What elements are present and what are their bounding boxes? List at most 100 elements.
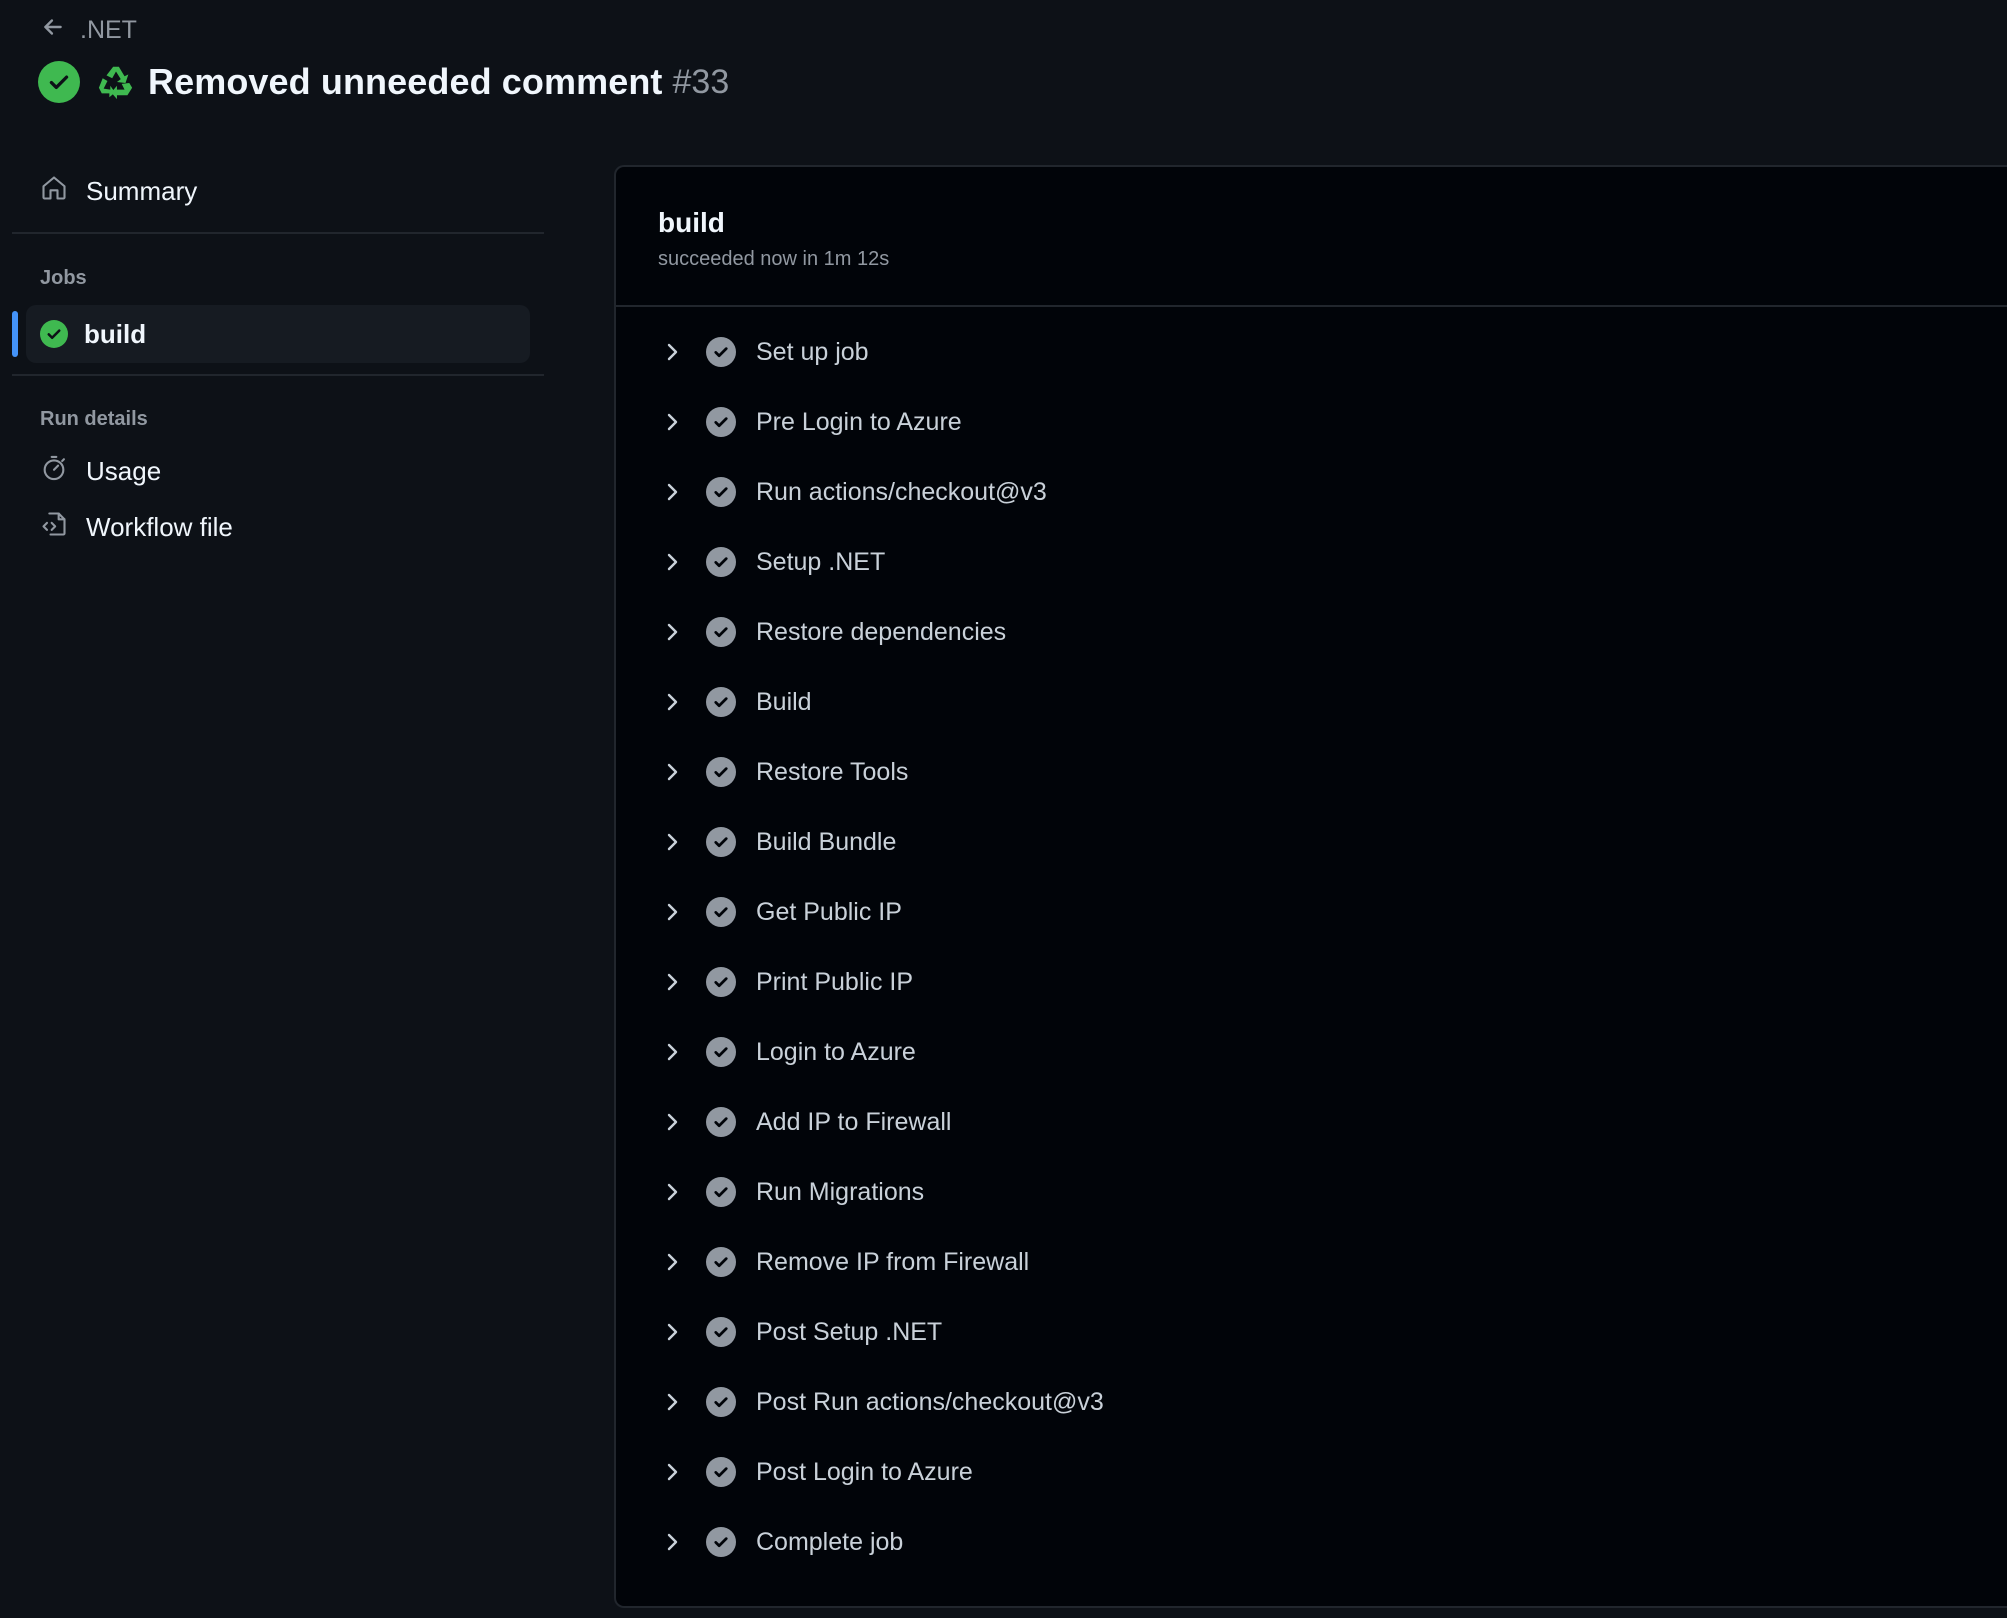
chevron-right-icon[interactable] bbox=[658, 1038, 686, 1066]
step-label: Login to Azure bbox=[756, 1037, 916, 1066]
back-link-label: .NET bbox=[80, 16, 137, 44]
run-title-row: Removed unneeded comment #33 bbox=[38, 58, 729, 106]
step-row[interactable]: Setup .NET bbox=[658, 532, 1958, 592]
selected-job-indicator bbox=[12, 311, 18, 357]
stopwatch-icon bbox=[40, 454, 68, 489]
step-label: Complete job bbox=[756, 1527, 904, 1556]
step-row[interactable]: Post Login to Azure bbox=[658, 1442, 1958, 1502]
chevron-right-icon[interactable] bbox=[658, 758, 686, 786]
step-row[interactable]: Run actions/checkout@v3 bbox=[658, 462, 1958, 522]
sidebar-item-workflow-file[interactable]: Workflow file bbox=[40, 510, 233, 545]
check-circle-icon bbox=[706, 757, 736, 787]
sidebar: Summary Jobs build Run details Usage Wor… bbox=[0, 160, 560, 1618]
step-row[interactable]: Login to Azure bbox=[658, 1022, 1958, 1082]
step-label: Setup .NET bbox=[756, 547, 886, 576]
check-circle-icon bbox=[706, 407, 736, 437]
run-number: #33 bbox=[672, 62, 730, 101]
step-row[interactable]: Pre Login to Azure bbox=[658, 392, 1958, 452]
step-label: Pre Login to Azure bbox=[756, 407, 962, 436]
chevron-right-icon[interactable] bbox=[658, 618, 686, 646]
check-circle-icon bbox=[706, 1527, 736, 1557]
check-circle-icon bbox=[706, 1317, 736, 1347]
step-row[interactable]: Post Setup .NET bbox=[658, 1302, 1958, 1362]
arrow-left-icon bbox=[40, 14, 66, 47]
check-circle-icon bbox=[706, 1247, 736, 1277]
chevron-right-icon[interactable] bbox=[658, 968, 686, 996]
jobs-heading: Jobs bbox=[40, 267, 87, 289]
step-row[interactable]: Build Bundle bbox=[658, 812, 1958, 872]
run-title: Removed unneeded comment bbox=[148, 61, 663, 102]
step-label: Run Migrations bbox=[756, 1177, 925, 1206]
chevron-right-icon[interactable] bbox=[658, 1178, 686, 1206]
job-header: build succeeded now in 1m 12s bbox=[616, 167, 2007, 307]
step-label: Run actions/checkout@v3 bbox=[756, 477, 1047, 506]
step-label: Build bbox=[756, 687, 812, 716]
chevron-right-icon[interactable] bbox=[658, 548, 686, 576]
job-subtitle: succeeded now in 1m 12s bbox=[658, 248, 890, 270]
job-panel: build succeeded now in 1m 12s Set up job… bbox=[614, 165, 2007, 1608]
step-label: Post Setup .NET bbox=[756, 1317, 943, 1346]
chevron-right-icon[interactable] bbox=[658, 828, 686, 856]
step-label: Post Run actions/checkout@v3 bbox=[756, 1387, 1104, 1416]
job-title: build bbox=[658, 207, 725, 238]
chevron-right-icon[interactable] bbox=[658, 478, 686, 506]
sidebar-item-label: Workflow file bbox=[86, 512, 233, 542]
chevron-right-icon[interactable] bbox=[658, 898, 686, 926]
step-label: Build Bundle bbox=[756, 827, 897, 856]
chevron-right-icon[interactable] bbox=[658, 1458, 686, 1486]
sidebar-item-label: build bbox=[84, 318, 147, 349]
sidebar-item-job-build[interactable]: build bbox=[26, 305, 530, 363]
step-row[interactable]: Restore dependencies bbox=[658, 602, 1958, 662]
sidebar-item-summary[interactable]: Summary bbox=[40, 174, 197, 209]
step-row[interactable]: Set up job bbox=[658, 322, 1958, 382]
check-circle-icon bbox=[706, 967, 736, 997]
check-circle-icon bbox=[40, 320, 68, 348]
chevron-right-icon[interactable] bbox=[658, 1318, 686, 1346]
check-circle-icon bbox=[706, 1387, 736, 1417]
check-circle-icon bbox=[706, 897, 736, 927]
chevron-right-icon[interactable] bbox=[658, 1528, 686, 1556]
check-circle-icon bbox=[706, 1177, 736, 1207]
sidebar-item-label: Usage bbox=[86, 456, 162, 486]
step-row[interactable]: Restore Tools bbox=[658, 742, 1958, 802]
chevron-right-icon[interactable] bbox=[658, 338, 686, 366]
check-circle-icon bbox=[706, 827, 736, 857]
check-circle-icon bbox=[706, 1457, 736, 1487]
check-circle-icon bbox=[38, 61, 80, 103]
chevron-right-icon[interactable] bbox=[658, 688, 686, 716]
sidebar-item-label: Summary bbox=[86, 176, 198, 206]
step-row[interactable]: Remove IP from Firewall bbox=[658, 1232, 1958, 1292]
check-circle-icon bbox=[706, 477, 736, 507]
workflow-run-page: .NET Removed unneeded comment #33 Summar… bbox=[0, 0, 2007, 1618]
chevron-right-icon[interactable] bbox=[658, 1108, 686, 1136]
recycle-icon bbox=[96, 62, 136, 102]
sidebar-divider bbox=[12, 374, 544, 376]
check-circle-icon bbox=[706, 687, 736, 717]
run-details-heading: Run details bbox=[40, 408, 148, 430]
step-label: Remove IP from Firewall bbox=[756, 1247, 1030, 1276]
chevron-right-icon[interactable] bbox=[658, 408, 686, 436]
back-link[interactable]: .NET bbox=[40, 14, 137, 47]
step-label: Set up job bbox=[756, 337, 869, 366]
step-label: Print Public IP bbox=[756, 967, 914, 996]
step-row[interactable]: Build bbox=[658, 672, 1958, 732]
step-label: Add IP to Firewall bbox=[756, 1107, 952, 1136]
file-code-icon bbox=[40, 510, 68, 545]
step-row[interactable]: Post Run actions/checkout@v3 bbox=[658, 1372, 1958, 1432]
step-row[interactable]: Run Migrations bbox=[658, 1162, 1958, 1222]
check-circle-icon bbox=[706, 337, 736, 367]
sidebar-divider bbox=[12, 232, 544, 234]
run-header: .NET Removed unneeded comment #33 bbox=[0, 0, 2007, 160]
step-label: Restore Tools bbox=[756, 757, 909, 786]
check-circle-icon bbox=[706, 617, 736, 647]
step-row[interactable]: Get Public IP bbox=[658, 882, 1958, 942]
step-row[interactable]: Complete job bbox=[658, 1512, 1958, 1572]
chevron-right-icon[interactable] bbox=[658, 1388, 686, 1416]
sidebar-item-usage[interactable]: Usage bbox=[40, 454, 161, 489]
step-row[interactable]: Add IP to Firewall bbox=[658, 1092, 1958, 1152]
home-icon bbox=[40, 174, 68, 209]
chevron-right-icon[interactable] bbox=[658, 1248, 686, 1276]
check-circle-icon bbox=[706, 1037, 736, 1067]
step-row[interactable]: Print Public IP bbox=[658, 952, 1958, 1012]
check-circle-icon bbox=[706, 1107, 736, 1137]
